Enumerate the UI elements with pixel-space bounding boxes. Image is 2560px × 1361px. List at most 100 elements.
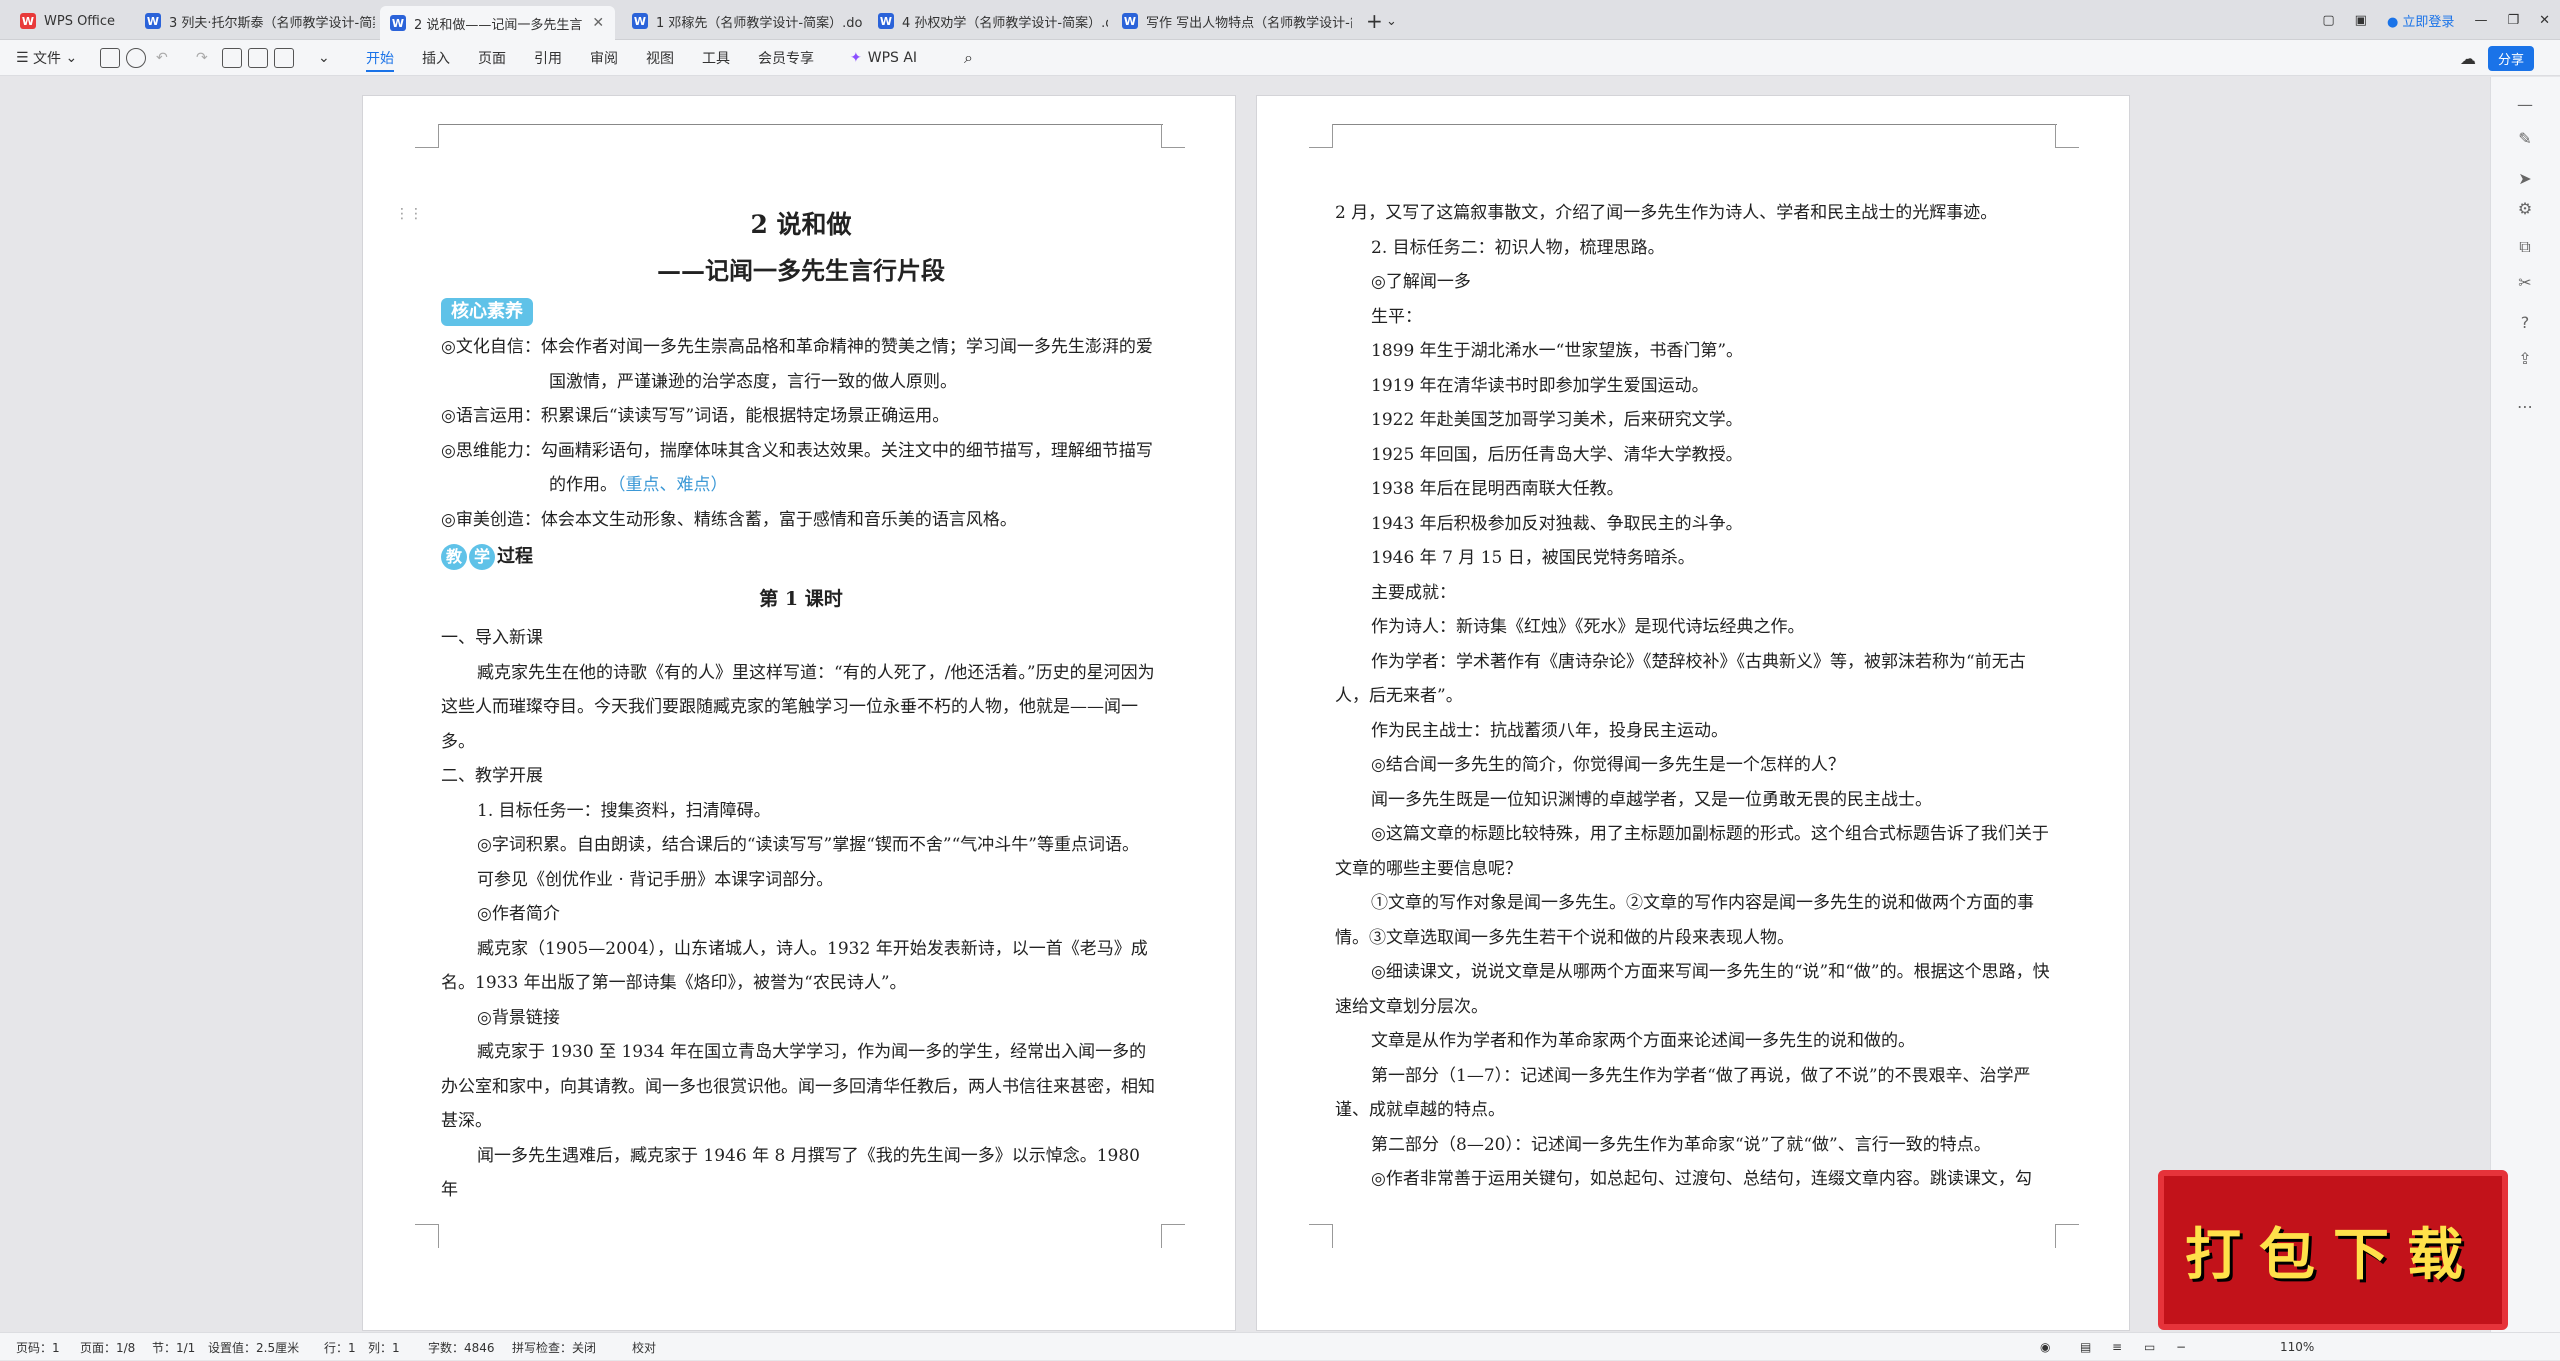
body-paragraph: ①文章的写作对象是闻一多先生。②文章的写作内容是闻一多先生的说和做两个方面的事情…: [1335, 893, 2034, 948]
zoom-level[interactable]: 110%: [2280, 1333, 2314, 1361]
status-setting[interactable]: 设置值：2.5厘米: [208, 1333, 299, 1361]
body-paragraph: 2 月，又写了这篇叙事散文，介绍了闻一多先生作为诗人、学者和民主战士的光辉事迹。: [1335, 203, 1998, 223]
translate-icon[interactable]: ⧉: [2515, 237, 2535, 257]
core-item: ◎语言运用：积累课后“读读写写”词语，能根据特定场景正确运用。: [441, 406, 950, 426]
menu-view[interactable]: 视图: [646, 40, 674, 76]
user-icon: ●: [2386, 14, 2399, 30]
body-paragraph: 1938 年后在昆明西南联大任教。: [1371, 479, 1624, 499]
tab-document[interactable]: W 写作 写出人物特点（名师教学设计-简: [1112, 6, 1352, 36]
close-window-button[interactable]: ✕: [2539, 13, 2550, 28]
minimize-button[interactable]: —: [2474, 13, 2487, 28]
header-line: [1333, 124, 2057, 125]
page-corner-mark: [1309, 124, 1333, 148]
doc-title: 2 说和做: [750, 210, 852, 239]
chevron-down-icon[interactable]: ⌄: [1376, 6, 1406, 36]
page-corner-mark: [1161, 124, 1185, 148]
body-paragraph: 第一部分（1—7）：记述闻一多先生作为学者“做了再说，做了不说”的不畏艰辛、治学…: [1335, 1065, 2031, 1121]
wps-ai-button[interactable]: ✦ WPS AI: [850, 40, 917, 76]
body-paragraph: 1922 年赴美国芝加哥学习美术，后来研究文学。: [1371, 410, 1743, 430]
word-doc-icon: W: [145, 13, 161, 29]
search-doc-icon[interactable]: [126, 48, 146, 68]
body-paragraph: ◎作者非常善于运用关键句，如总起句、过渡句、总结句，连缀文章内容。跳读课文，勾: [1371, 1169, 2032, 1189]
header-line: [439, 124, 1163, 125]
restore-button[interactable]: ❐: [2507, 13, 2519, 28]
tab-wps-home[interactable]: W WPS Office: [10, 6, 130, 36]
format-icon[interactable]: [274, 48, 294, 68]
body-paragraph: 闻一多先生遇难后，臧克家于 1946 年 8 月撰写了《我的先生闻一多》以示悼念…: [441, 1145, 1146, 1201]
status-proofread[interactable]: 校对: [632, 1333, 656, 1361]
status-col[interactable]: 列：1: [368, 1333, 400, 1361]
close-icon[interactable]: ✕: [592, 15, 604, 31]
pointer-icon[interactable]: ➤: [2515, 169, 2535, 189]
download-pack-banner[interactable]: 打包下载: [2158, 1170, 2508, 1330]
status-word-count[interactable]: 字数：4846: [428, 1333, 495, 1361]
status-row[interactable]: 行：1: [324, 1333, 356, 1361]
search-icon[interactable]: ⌕: [964, 40, 973, 76]
body-paragraph: 文章是从作为学者和作为革命家两个方面来论述闻一多先生的说和做的。: [1371, 1031, 1915, 1051]
window-icon[interactable]: ▢: [2322, 13, 2334, 28]
body-paragraph: 1925 年回国，后历任青岛大学、清华大学教授。: [1371, 444, 1743, 465]
eye-icon[interactable]: ◉: [2040, 1333, 2050, 1361]
tab-document-active[interactable]: W 2 说和做——记闻一多先生言 ✕: [380, 6, 615, 40]
core-item: ◎文化自信：体会作者对闻一多先生崇高品格和革命精神的赞美之情；学习闻一多先生澎湃…: [441, 337, 1153, 392]
tab-document[interactable]: W 3 列夫·托尔斯泰（名师教学设计-简案）: [135, 6, 375, 36]
menu-home[interactable]: 开始: [366, 40, 394, 76]
chevron-down-icon[interactable]: ⌄: [318, 40, 330, 76]
login-link[interactable]: ● 立即登录: [2387, 11, 2455, 30]
menu-page[interactable]: 页面: [478, 40, 506, 76]
drag-handle-icon[interactable]: ⋮⋮: [395, 206, 423, 222]
menu-member[interactable]: 会员专享: [758, 40, 814, 76]
right-sidebar: — ✎ ➤ ⚙ ⧉ ✂ ? ⇪ ⋯: [2490, 77, 2560, 1332]
status-pages[interactable]: 页面：1/8: [80, 1333, 135, 1361]
share-icon[interactable]: ⇪: [2515, 349, 2535, 369]
body-paragraph: 臧克家于 1930 至 1934 年在国立青岛大学学习，作为闻一多的学生，经常出…: [441, 1042, 1155, 1131]
status-spell-check[interactable]: 拼写检查：关闭: [512, 1333, 596, 1361]
tab-label: 4 孙权劝学（名师教学设计-简案）.do: [902, 15, 1108, 31]
print-icon[interactable]: [222, 48, 242, 68]
status-page[interactable]: 页码：1: [16, 1333, 60, 1361]
more-icon[interactable]: ⋯: [2515, 397, 2535, 417]
file-menu[interactable]: ☰ 文件 ⌄: [16, 40, 77, 76]
status-section[interactable]: 节：1/1: [152, 1333, 195, 1361]
layout-icon[interactable]: ▣: [2355, 13, 2367, 28]
tab-document[interactable]: W 1 邓稼先（名师教学设计-简案）.docx: [622, 6, 862, 36]
share-button[interactable]: 分享: [2488, 40, 2535, 76]
body-paragraph: 1899 年生于湖北浠水一“世家望族，书香门第”。: [1371, 341, 1744, 361]
body-paragraph: 臧克家先生在他的诗歌《有的人》里这样写道：“有的人死了，/他还活着。”历史的星河…: [441, 662, 1155, 752]
word-doc-icon: W: [1122, 13, 1138, 29]
core-literacy-badge: 核心素养: [441, 298, 533, 326]
web-view-icon[interactable]: ▭: [2144, 1333, 2155, 1361]
page-view-icon[interactable]: ▤: [2080, 1333, 2091, 1361]
collapse-icon[interactable]: —: [2515, 95, 2535, 115]
save-icon[interactable]: [100, 48, 120, 68]
export-icon[interactable]: [248, 48, 268, 68]
tab-bar: W WPS Office W 3 列夫·托尔斯泰（名师教学设计-简案） W 2 …: [0, 0, 2560, 40]
settings-icon[interactable]: ⚙: [2515, 199, 2535, 219]
menu-review[interactable]: 审阅: [590, 40, 618, 76]
process-heading: 教学过程: [441, 537, 1161, 577]
menu-reference[interactable]: 引用: [534, 40, 562, 76]
help-icon[interactable]: ?: [2515, 313, 2535, 333]
core-item: ◎审美创造：体会本文生动形象、精练含蓄，富于感情和音乐美的语言风格。: [441, 509, 1017, 530]
tab-document[interactable]: W 4 孙权劝学（名师教学设计-简案）.do: [868, 6, 1108, 36]
body-paragraph: 可参见《创优作业 · 背记手册》本课字词部分。: [477, 869, 834, 890]
menu-tools[interactable]: 工具: [702, 40, 730, 76]
tab-label: 2 说和做——记闻一多先生言: [414, 17, 583, 33]
body-paragraph: ◎结合闻一多先生的简介，你觉得闻一多先生是一个怎样的人？: [1371, 755, 1845, 775]
cloud-icon[interactable]: ☁: [2460, 40, 2476, 76]
word-doc-icon: W: [878, 13, 894, 29]
tools-icon[interactable]: ✂: [2515, 273, 2535, 293]
page-corner-mark: [2055, 1224, 2079, 1248]
zoom-out-icon[interactable]: −: [2176, 1333, 2186, 1361]
body-paragraph: ◎细读课文，说说文章是从哪两个方面来写闻一多先生的“说”和“做”的。根据这个思路…: [1335, 962, 2050, 1017]
pen-icon[interactable]: ✎: [2515, 129, 2535, 149]
undo-icon[interactable]: ↶: [156, 40, 168, 76]
redo-icon[interactable]: ↷: [196, 40, 208, 76]
right-page-content: 2 月，又写了这篇叙事散文，介绍了闻一多先生作为诗人、学者和民主战士的光辉事迹。…: [1335, 196, 2055, 1197]
body-paragraph: 闻一多先生既是一位知识渊博的卓越学者，又是一位勇敢无畏的民主战士。: [1371, 789, 1932, 810]
body-paragraph: 二、教学开展: [441, 766, 543, 786]
body-paragraph: 臧克家（1905—2004），山东诸城人，诗人。1932 年开始发表新诗，以一首…: [441, 938, 1148, 994]
body-paragraph: ◎作者简介: [477, 904, 560, 924]
menu-insert[interactable]: 插入: [422, 40, 450, 76]
outline-view-icon[interactable]: ≡: [2112, 1333, 2122, 1361]
